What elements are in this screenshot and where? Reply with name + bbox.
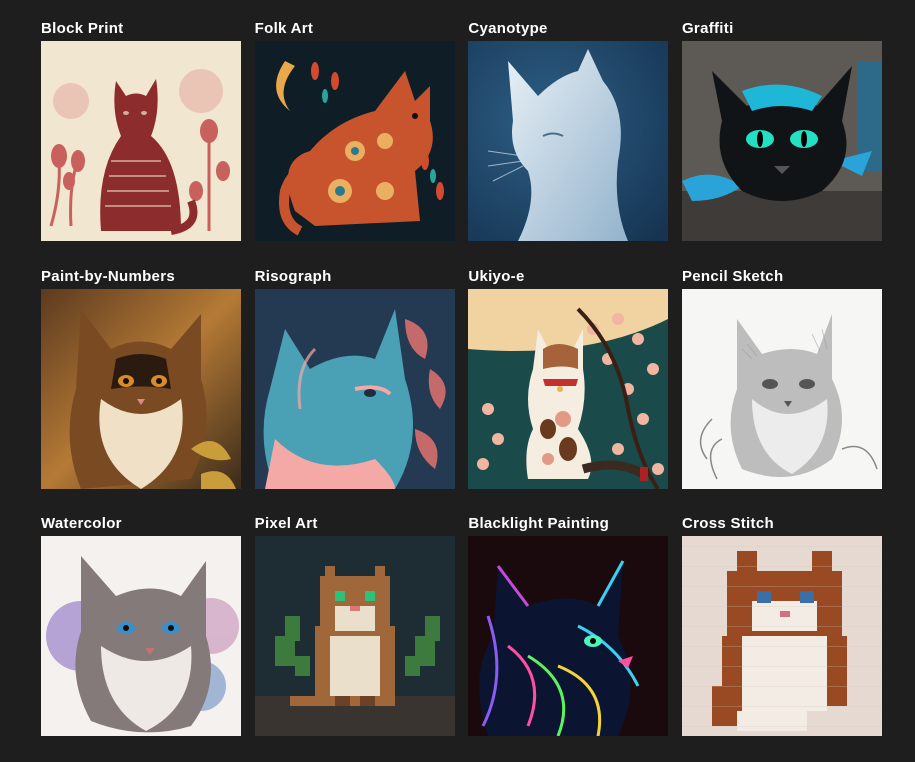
gallery-tile-graffiti[interactable]: Graffiti (681, 18, 882, 242)
gallery-tile-cyanotype[interactable]: Cyanotype (468, 18, 669, 242)
gallery-tile-ukiyo-e[interactable]: Ukiyo-e (468, 266, 669, 490)
watercolor-cat-image[interactable] (41, 536, 241, 736)
tile-label: Cyanotype (468, 20, 548, 37)
tile-label: Risograph (254, 267, 332, 285)
tile-label: Pencil Sketch (681, 267, 784, 285)
gallery-tile-folk-art[interactable]: Folk Art (254, 18, 455, 242)
tile-label: Blacklight Painting (468, 515, 610, 532)
cross-stitch-cat-image[interactable] (681, 536, 882, 736)
gallery-tile-watercolor[interactable]: Watercolor (41, 513, 241, 737)
graffiti-cat-image[interactable] (681, 41, 882, 241)
pencil-sketch-cat-image[interactable] (681, 288, 882, 489)
ukiyo-e-cat-image[interactable] (468, 288, 669, 489)
tile-label: Block Print (41, 20, 124, 37)
gallery-tile-blacklight-painting[interactable]: Blacklight Painting (468, 513, 669, 737)
tile-label: Folk Art (254, 20, 314, 37)
gallery-tile-cross-stitch[interactable]: Cross Stitch (681, 513, 882, 737)
gallery-tile-paint-by-numbers[interactable]: Paint-by-Numbers (41, 266, 241, 490)
tile-label: Cross Stitch (681, 515, 774, 532)
block-print-cat-image[interactable] (41, 41, 241, 241)
tile-label: Pixel Art (254, 515, 318, 532)
style-gallery-grid: Block Print Folk Art Cyanotype Graffiti … (41, 18, 882, 737)
gallery-tile-pixel-art[interactable]: Pixel Art (254, 513, 455, 737)
pixel-art-cat-image[interactable] (254, 536, 455, 736)
tile-label: Ukiyo-e (468, 267, 525, 285)
gallery-tile-risograph[interactable]: Risograph (254, 266, 455, 490)
cyanotype-cat-image[interactable] (468, 41, 669, 241)
tile-label: Paint-by-Numbers (41, 267, 175, 285)
gallery-tile-block-print[interactable]: Block Print (41, 18, 241, 242)
risograph-cat-image[interactable] (254, 288, 455, 489)
tile-label: Watercolor (41, 515, 122, 532)
paint-by-numbers-cat-image[interactable] (41, 288, 241, 489)
folk-art-cat-image[interactable] (254, 41, 455, 241)
gallery-tile-pencil-sketch[interactable]: Pencil Sketch (681, 266, 882, 490)
tile-label: Graffiti (681, 20, 734, 37)
blacklight-painting-cat-image[interactable] (468, 536, 669, 736)
